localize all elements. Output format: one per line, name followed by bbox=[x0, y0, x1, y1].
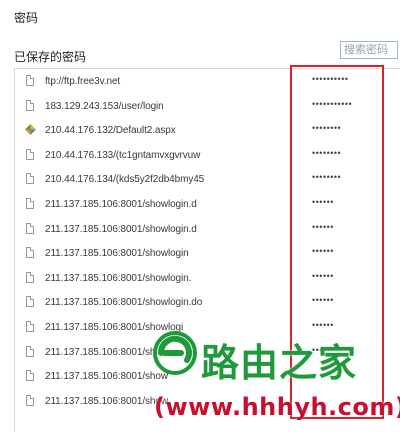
saved-password-row[interactable]: 183.129.243.153/user/login ••••••••••• bbox=[15, 94, 400, 119]
saved-site-url: ftp://ftp.free3v.net bbox=[45, 76, 121, 87]
saved-password-row[interactable]: 211.137.185.106:8001/showlogin. •••••• bbox=[15, 266, 400, 291]
page-icon bbox=[26, 197, 34, 209]
saved-password-row[interactable]: 211.137.185.106:8001/showlogin.d •••••• bbox=[15, 192, 400, 217]
saved-password-row[interactable]: 210.44.176.134/(kds5y2f2db4bmy45 •••••••• bbox=[15, 167, 400, 192]
saved-site-url: 211.137.185.106:8001/show bbox=[45, 395, 168, 407]
page-icon bbox=[26, 173, 34, 185]
page-icon bbox=[26, 247, 34, 259]
page-icon bbox=[26, 75, 34, 86]
masked-password: •••••••••• bbox=[312, 74, 349, 84]
page-icon bbox=[26, 320, 34, 332]
saved-site-url: 210.44.176.134/(kds5y2f2db4bmy45 bbox=[45, 174, 205, 186]
watermark-logo-icon bbox=[153, 331, 197, 375]
saved-site-url: 211.137.185.106:8001/showlogin.d bbox=[45, 198, 197, 210]
saved-site-url: 211.137.185.106:8001/showlogin bbox=[45, 248, 189, 260]
page-icon bbox=[26, 345, 34, 357]
masked-password: •••••••• bbox=[312, 123, 342, 134]
saved-password-row[interactable]: 210.44.176.133/(tc1gntamvxgvrvuw •••••••• bbox=[15, 143, 400, 168]
saved-site-url: 211.137.185.106:8001/showlogin.do bbox=[45, 297, 203, 309]
page-icon bbox=[26, 394, 34, 406]
saved-site-url: 211.137.185.106:8001/showlogin.d bbox=[45, 223, 197, 235]
masked-password: •••••• bbox=[312, 319, 334, 330]
masked-password: •••••••• bbox=[312, 172, 342, 183]
saved-password-row[interactable]: 211.137.185.106:8001/showlogin.do •••••• bbox=[15, 290, 400, 315]
page-icon bbox=[26, 222, 34, 234]
saved-site-url: 210.44.176.132/Default2.aspx bbox=[45, 125, 176, 137]
page-icon bbox=[26, 370, 34, 382]
page-icon bbox=[26, 148, 34, 160]
page-icon bbox=[26, 99, 34, 111]
search-passwords-input[interactable] bbox=[340, 41, 398, 59]
masked-password: •••••• bbox=[312, 196, 334, 207]
masked-password: •••••• bbox=[312, 246, 334, 257]
masked-password: •••••• bbox=[312, 221, 334, 232]
masked-password: •••••• bbox=[312, 270, 334, 281]
masked-password: •••••••• bbox=[312, 147, 342, 158]
dialog-title: 密码 bbox=[14, 11, 39, 25]
masked-password: ••••••••••• bbox=[312, 98, 353, 109]
saved-password-row[interactable]: 211.137.185.106:8001/showlogin.d •••••• bbox=[15, 217, 400, 242]
saved-password-row[interactable]: ftp://ftp.free3v.net •••••••••• bbox=[15, 69, 400, 94]
page-icon bbox=[26, 296, 34, 308]
saved-password-row[interactable]: 210.44.176.132/Default2.aspx •••••••• bbox=[15, 118, 400, 143]
saved-password-row[interactable]: 211.137.185.106:8001/showlogin •••••• bbox=[15, 241, 400, 266]
saved-passwords-heading: 已保存的密码 bbox=[14, 50, 87, 64]
watermark-name: 路由之家 bbox=[201, 341, 358, 385]
page-icon bbox=[26, 271, 34, 283]
watermark-url: (www.hhhyh.com) bbox=[154, 393, 400, 421]
saved-site-url: 211.137.185.106:8001/showlogin. bbox=[45, 272, 192, 284]
masked-password: •••••• bbox=[312, 295, 334, 306]
password-dialog: 密码 已保存的密码 ftp://ftp.free3v.net••••••••••… bbox=[0, 0, 400, 432]
saved-site-url: 183.129.243.153/user/login bbox=[45, 100, 164, 112]
saved-site-url: 210.44.176.133/(tc1gntamvxgvrvuw bbox=[45, 149, 201, 161]
colorful-app-icon bbox=[25, 124, 36, 136]
saved-site-url: 211.137.185.106:8001/show bbox=[45, 371, 168, 383]
